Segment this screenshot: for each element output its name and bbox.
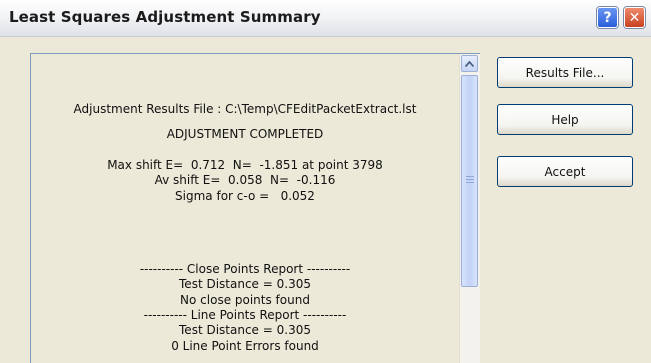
close-points-test-distance: Test Distance = 0.305 bbox=[179, 277, 311, 291]
help-button[interactable]: Help bbox=[497, 104, 633, 135]
line-points-report-header: ---------- Line Points Report ---------- bbox=[143, 308, 347, 322]
line-points-test-distance: Test Distance = 0.305 bbox=[179, 323, 311, 337]
scroll-thumb[interactable] bbox=[461, 75, 478, 287]
scroll-grip-icon bbox=[466, 176, 474, 185]
help-title-button[interactable]: ? bbox=[597, 7, 618, 28]
scroll-up-button[interactable] bbox=[461, 55, 478, 72]
report-panel: Adjustment Results File : C:\Temp\CFEdit… bbox=[30, 53, 480, 363]
close-points-result: No close points found bbox=[180, 293, 310, 307]
average-shift-line: Av shift E= 0.058 N= -0.116 bbox=[154, 173, 336, 187]
report-scrollbar[interactable] bbox=[459, 54, 480, 363]
completion-status-line: ADJUSTMENT COMPLETED bbox=[166, 127, 324, 141]
close-icon: ✕ bbox=[628, 9, 641, 26]
arrow-up-icon bbox=[465, 60, 474, 67]
line-points-result: 0 Line Point Errors found bbox=[171, 339, 319, 353]
max-shift-line: Max shift E= 0.712 N= -1.851 at point 37… bbox=[107, 158, 383, 172]
dialog-title: Least Squares Adjustment Summary bbox=[9, 8, 321, 26]
dialog-window: Least Squares Adjustment Summary ? ✕ Adj… bbox=[0, 0, 651, 363]
title-bar[interactable]: Least Squares Adjustment Summary ? ✕ bbox=[0, 0, 651, 37]
question-mark-icon: ? bbox=[603, 9, 612, 26]
close-title-button[interactable]: ✕ bbox=[624, 7, 645, 28]
results-file-line: Adjustment Results File : C:\Temp\CFEdit… bbox=[73, 102, 417, 116]
results-file-button[interactable]: Results File... bbox=[497, 57, 633, 88]
sigma-line: Sigma for c-o = 0.052 bbox=[175, 189, 315, 203]
close-points-report-header: ---------- Close Points Report ---------… bbox=[139, 262, 351, 276]
accept-button[interactable]: Accept bbox=[497, 156, 633, 187]
